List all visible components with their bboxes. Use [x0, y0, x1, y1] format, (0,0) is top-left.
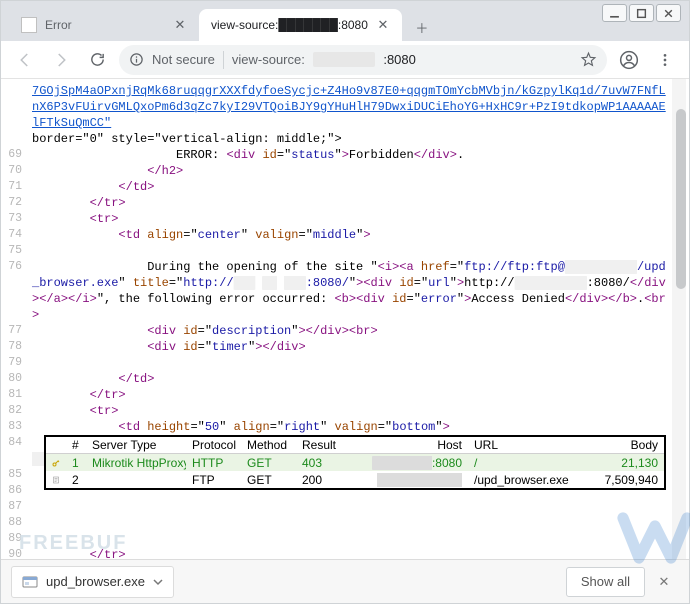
cell-result: 403 [296, 456, 356, 470]
code-line: 79 [2, 355, 688, 371]
new-tab-button[interactable]: ＋ [408, 13, 436, 41]
profile-button[interactable] [615, 46, 643, 74]
code-line: 73 <tr> [2, 211, 688, 227]
favicon-blank-icon [21, 17, 37, 33]
code-line: 78 <div id="timer"></div> [2, 339, 688, 355]
col-num: # [66, 438, 86, 452]
table-row[interactable]: 2 FTPGET200██████████/upd_browser.exe7,50… [46, 471, 664, 488]
code-line: border="0" style="vertical-align: middle… [2, 131, 688, 147]
info-icon [129, 52, 144, 67]
network-table: # Server Type Protocol Method Result Hos… [44, 435, 666, 490]
code-line: 70 </h2> [2, 163, 688, 179]
tab-error[interactable]: Error ✕ [9, 9, 199, 41]
reload-button[interactable] [83, 46, 111, 74]
col-method: Method [241, 438, 296, 452]
cell-host: ██████████ [356, 473, 468, 487]
table-row[interactable]: 1Mikrotik HttpProxyHTTPGET403███████:808… [46, 454, 664, 471]
code-line: 75 [2, 243, 688, 259]
url-host-masked: x [313, 52, 376, 67]
maximize-button[interactable] [629, 4, 654, 22]
scrollbar-thumb[interactable] [676, 109, 686, 289]
chevron-down-icon [153, 577, 163, 587]
cell-host: ███████:8080 [356, 456, 468, 470]
code-line: 69 ERROR: <div id="status">Forbidden</di… [2, 147, 688, 163]
code-line: 87 [2, 499, 688, 515]
separator [223, 51, 224, 69]
cell-url: /upd_browser.exe [468, 473, 584, 487]
url-port: :8080 [383, 52, 416, 67]
code-line: 74 <td align="center" valign="middle"> [2, 227, 688, 243]
cell-server-type: Mikrotik HttpProxy [86, 456, 186, 470]
cell-num: 2 [66, 473, 86, 487]
tab-view-source[interactable]: view-source:███████:8080 ✕ [199, 9, 402, 41]
col-url: URL [468, 438, 584, 452]
exe-file-icon [22, 574, 38, 590]
row-icon [46, 474, 66, 486]
cell-num: 1 [66, 456, 86, 470]
tab-close-button[interactable]: ✕ [376, 18, 390, 32]
code-line: 71 </td> [2, 179, 688, 195]
menu-button[interactable] [651, 46, 679, 74]
cell-body: 7,509,940 [584, 473, 664, 487]
freebuf-watermark: FREEBUF [19, 532, 127, 555]
cell-protocol: HTTP [186, 456, 241, 470]
code-line: 83 <td height="50" align="right" valign=… [2, 419, 688, 435]
col-body: Body [584, 438, 664, 452]
code-line: 72 </tr> [2, 195, 688, 211]
cell-body: 21,130 [584, 456, 664, 470]
page-viewport: 7GOjSpM4aOPxnjRqMk68ruqqgrXXXfdyfoeSycjc… [2, 79, 688, 559]
toolbar: Not secure view-source: x :8080 [1, 41, 689, 79]
code-line: 80 </td> [2, 371, 688, 387]
address-bar[interactable]: Not secure view-source: x :8080 [119, 45, 607, 75]
code-line: 77 <div id="description"></div><br> [2, 323, 688, 339]
col-result: Result [296, 438, 356, 452]
cell-protocol: FTP [186, 473, 241, 487]
url-scheme: view-source: [232, 52, 305, 67]
cell-url: / [468, 456, 584, 470]
window-controls [602, 4, 681, 22]
code-line: 81 </tr> [2, 387, 688, 403]
code-line: 76 During the opening of the site "<i><a… [2, 259, 688, 323]
table-header-row: # Server Type Protocol Method Result Hos… [46, 437, 664, 454]
row-icon [46, 457, 66, 469]
cell-result: 200 [296, 473, 356, 487]
code-line: 88 [2, 515, 688, 531]
star-icon[interactable] [580, 51, 597, 68]
malwarebytes-logo-icon [615, 494, 690, 577]
tab-title: Error [45, 18, 165, 32]
cell-method: GET [241, 473, 296, 487]
col-server-type: Server Type [86, 438, 186, 452]
code-line: 82 <tr> [2, 403, 688, 419]
col-host: Host [356, 438, 468, 452]
back-button[interactable] [11, 46, 39, 74]
tab-title: view-source:███████:8080 [211, 18, 368, 32]
minimize-button[interactable] [602, 4, 627, 22]
cell-method: GET [241, 456, 296, 470]
tab-close-button[interactable]: ✕ [173, 18, 187, 32]
tab-strip: Error ✕ view-source:███████:8080 ✕ ＋ [1, 1, 689, 41]
close-window-button[interactable] [656, 4, 681, 22]
security-label: Not secure [152, 52, 215, 67]
download-filename: upd_browser.exe [46, 574, 145, 589]
col-protocol: Protocol [186, 438, 241, 452]
downloads-bar: upd_browser.exe Show all ✕ [1, 559, 689, 603]
forward-button[interactable] [47, 46, 75, 74]
download-item[interactable]: upd_browser.exe [11, 566, 174, 598]
